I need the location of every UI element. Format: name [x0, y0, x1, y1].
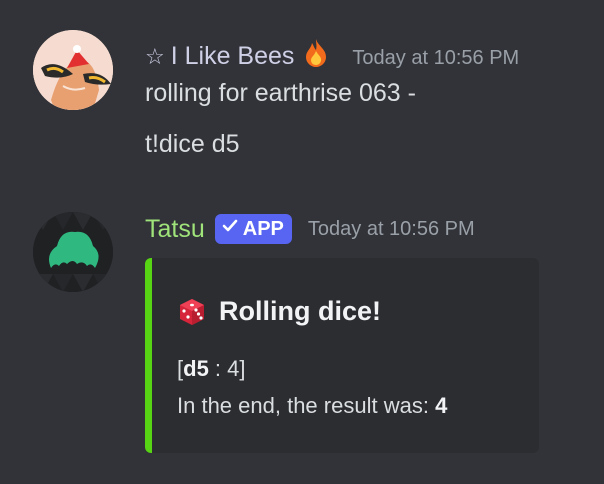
- dice-embed: Rolling dice! [d5 : 4] In the end, the r…: [145, 258, 539, 453]
- embed-accent-bar: [145, 258, 152, 453]
- app-badge-label: APP: [242, 217, 284, 240]
- star-icon: ☆: [145, 44, 165, 69]
- message-line: rolling for earthrise 063 -: [145, 79, 416, 107]
- checkmark-icon: [221, 217, 239, 241]
- message-header: Tatsu APP Today at 10:56 PM: [145, 214, 475, 244]
- timestamp[interactable]: Today at 10:56 PM: [352, 47, 519, 70]
- result-value: 4: [435, 393, 448, 418]
- roll-result: In the end, the result was: 4: [177, 393, 447, 419]
- message-line: t!dice d5: [145, 130, 240, 158]
- embed-title-text: Rolling dice!: [219, 296, 381, 326]
- user-avatar[interactable]: [33, 30, 113, 110]
- result-label: In the end, the result was:: [177, 393, 429, 418]
- bot-avatar[interactable]: [33, 212, 113, 292]
- roll-value: 4: [227, 356, 240, 381]
- timestamp[interactable]: Today at 10:56 PM: [308, 218, 475, 241]
- dice-type: d5: [183, 356, 209, 381]
- username[interactable]: Tatsu: [145, 215, 205, 244]
- app-badge: APP: [214, 214, 292, 244]
- message-header: ☆ I Like Bees Today at 10:56 PM: [145, 34, 519, 71]
- embed-title: Rolling dice!: [177, 296, 381, 327]
- username[interactable]: I Like Bees: [171, 42, 295, 71]
- dice-icon: [177, 297, 207, 327]
- fire-icon: [304, 38, 328, 68]
- roll-detail: [d5 : 4]: [177, 356, 246, 381]
